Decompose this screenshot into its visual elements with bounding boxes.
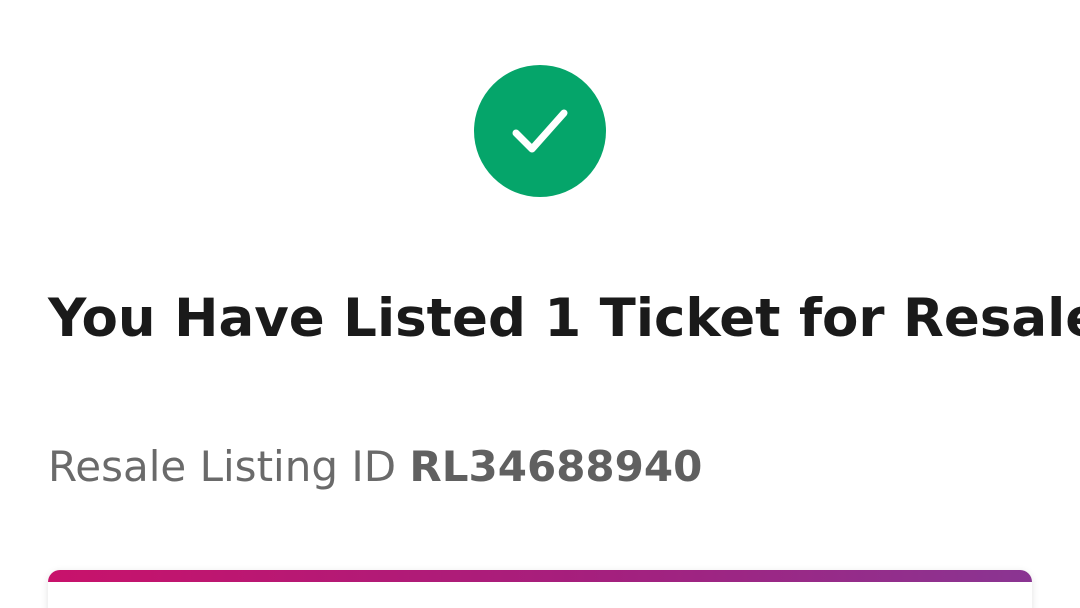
card-body <box>48 582 1032 608</box>
listing-details-card <box>48 570 1032 608</box>
listing-id-value: RL34688940 <box>409 442 703 491</box>
confirmation-title: You Have Listed 1 Ticket for Resale <box>48 288 1080 349</box>
checkmark-icon <box>512 109 568 153</box>
listing-id-line: Resale Listing ID RL34688940 <box>48 438 702 496</box>
resale-confirmation-screen: You Have Listed 1 Ticket for Resale Resa… <box>0 0 1080 608</box>
success-badge <box>474 65 606 197</box>
listing-id-label: Resale Listing ID <box>48 442 397 491</box>
